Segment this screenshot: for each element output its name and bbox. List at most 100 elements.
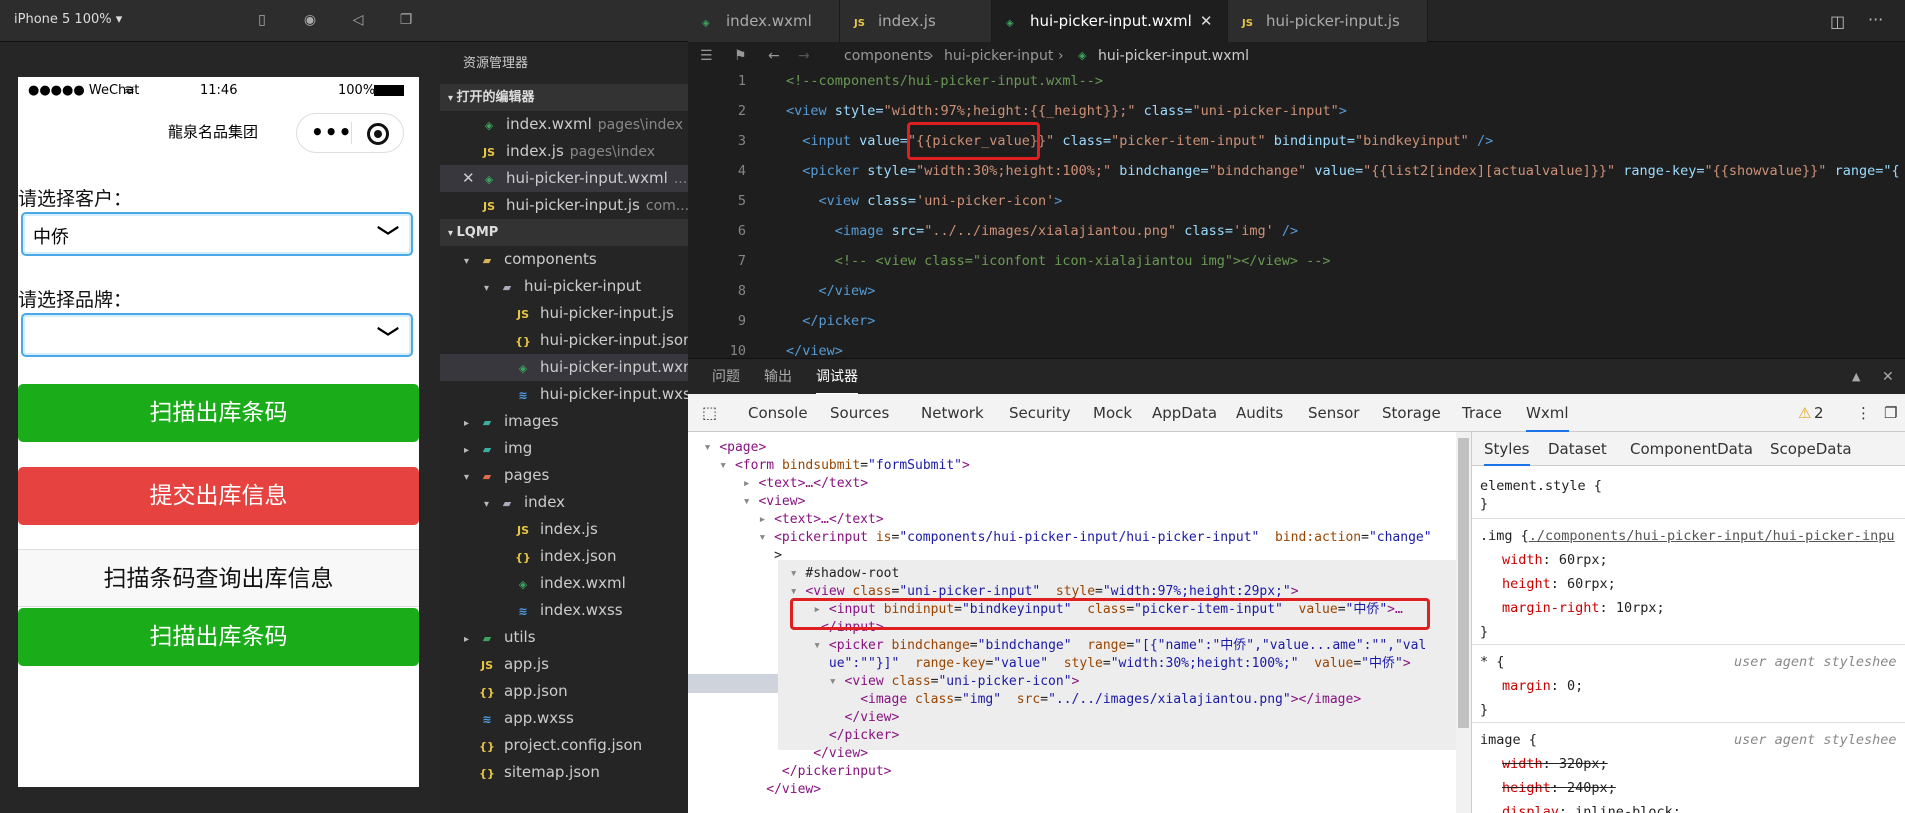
scan-query-button[interactable]: 扫描条码查询出库信息 <box>18 549 419 607</box>
open-editors-header[interactable]: ▾ 打开的编辑器 <box>440 84 688 111</box>
tab-console[interactable]: Console <box>748 394 808 432</box>
inspect-element-icon[interactable]: ⬚ <box>702 394 717 432</box>
close-icon[interactable]: ✕ <box>1200 12 1213 30</box>
close-icon[interactable]: ✕ <box>1882 359 1894 395</box>
tree-folder-images[interactable]: ▸ ▰ images <box>440 408 688 435</box>
code-line[interactable]: 2 <view style="width:97%;height:{{_height… <box>688 96 1905 126</box>
open-editor-item[interactable]: ◈ index.wxml pages\index <box>440 111 688 138</box>
tab-componentdata[interactable]: ComponentData <box>1630 432 1753 466</box>
tree-folder-index[interactable]: ▾ ▰ index <box>440 489 688 516</box>
tree-node[interactable]: ▾ <pickerinput is="components/hui-picker… <box>688 528 1456 547</box>
tree-file[interactable]: {} project.config.json <box>440 732 688 759</box>
dock-icon[interactable]: ❐ <box>1884 394 1897 432</box>
tree-file[interactable]: ≋ hui-picker-input.wxss <box>440 381 698 408</box>
tree-file[interactable]: JS app.js <box>440 651 688 678</box>
tab-storage[interactable]: Storage <box>1382 394 1441 432</box>
tab-security[interactable]: Security <box>1009 394 1071 432</box>
tab-audits[interactable]: Audits <box>1236 394 1283 432</box>
tree-node[interactable]: </picker> <box>688 726 1456 745</box>
more-vert-icon[interactable]: ⋮ <box>1856 394 1871 432</box>
tree-node[interactable]: </pickerinput> <box>688 762 1456 781</box>
open-editor-item-active[interactable]: ✕ ◈ hui-picker-input.wxml... <box>440 165 688 192</box>
tab-problems[interactable]: 问题 <box>712 359 740 395</box>
source-link[interactable]: ./components/hui-picker-input/hui-picker… <box>1529 528 1895 544</box>
project-header[interactable]: ▾ LQMP <box>440 219 688 246</box>
code-line[interactable]: 3 <input value="{{picker_value}}" class=… <box>688 126 1905 156</box>
tab-scopedata[interactable]: ScopeData <box>1770 432 1852 466</box>
volume-icon[interactable]: ◁ <box>350 12 366 28</box>
more-actions-icon[interactable]: ··· <box>1868 10 1883 29</box>
style-prop[interactable]: margin-right: 10rpx; <box>1472 596 1905 620</box>
tree-file[interactable]: JS index.js <box>440 516 688 543</box>
tab-trace[interactable]: Trace <box>1462 394 1502 432</box>
tab-index-wxml[interactable]: ◈ index.wxml <box>688 0 840 42</box>
style-prop[interactable]: margin: 0; <box>1472 674 1905 698</box>
tab-network[interactable]: Network <box>921 394 984 432</box>
maximize-icon[interactable]: ▲ <box>1852 359 1860 395</box>
style-prop-overridden[interactable]: width: 320px; <box>1472 752 1905 776</box>
submit-out-button[interactable]: 提交出库信息 <box>18 467 419 525</box>
style-prop-overridden[interactable]: height: 240px; <box>1472 776 1905 800</box>
tree-node[interactable]: ▾ #shadow-root <box>688 564 1456 583</box>
capsule-menu[interactable]: ••• <box>296 113 404 153</box>
tree-node[interactable]: ue":""}]" range-key="value" style="width… <box>688 654 1456 673</box>
code-line[interactable]: 7 <!-- <view class="iconfont icon-xialaj… <box>688 246 1905 276</box>
split-editor-icon[interactable]: ◫ <box>1830 12 1845 31</box>
open-editor-item[interactable]: JS hui-picker-input.js com... <box>440 192 689 219</box>
tab-mock[interactable]: Mock <box>1093 394 1132 432</box>
tab-output[interactable]: 输出 <box>764 359 792 395</box>
tree-file[interactable]: JS hui-picker-input.js <box>440 300 688 327</box>
record-icon[interactable]: ◉ <box>302 12 318 28</box>
tab-wxml[interactable]: Wxml <box>1526 394 1569 432</box>
code-line[interactable]: 8 </view> <box>688 276 1905 306</box>
tree-file[interactable]: {} sitemap.json <box>440 759 688 786</box>
tab-hui-picker-input-wxml[interactable]: ◈ hui-picker-input.wxml ✕ <box>992 0 1228 42</box>
phone-icon[interactable]: ▯ <box>254 12 270 28</box>
brand-picker[interactable]: ﹀ <box>21 313 413 357</box>
tree-folder-utils[interactable]: ▸ ▰ utils <box>440 624 688 651</box>
tree-folder-hui-picker-input[interactable]: ▾ ▰ hui-picker-input <box>440 273 688 300</box>
code-line[interactable]: 6 <image src="../../images/xialajiantou.… <box>688 216 1905 246</box>
tab-dataset[interactable]: Dataset <box>1548 432 1607 466</box>
scan-out-button-2[interactable]: 扫描出库条码 <box>18 608 419 666</box>
tab-appdata[interactable]: AppData <box>1152 394 1217 432</box>
code-line[interactable]: 1 <!--components/hui-picker-input.wxml--> <box>688 66 1905 96</box>
code-line[interactable]: 10 </view> <box>688 336 1905 358</box>
code-line[interactable]: 4 <picker style="width:30%;height:100%;"… <box>688 156 1905 186</box>
tree-node[interactable]: ▾ <picker bindchange="bindchange" range=… <box>688 636 1456 655</box>
tree-node[interactable]: ▾ <page> <box>688 438 1456 457</box>
close-target-icon[interactable] <box>367 123 389 145</box>
tree-node[interactable]: > <box>688 546 1456 565</box>
tab-hui-picker-input-js[interactable]: JS hui-picker-input.js <box>1228 0 1428 42</box>
window-icon[interactable]: ❐ <box>398 12 414 28</box>
tab-sensor[interactable]: Sensor <box>1308 394 1359 432</box>
tree-folder-img[interactable]: ▸ ▰ img <box>440 435 688 462</box>
customer-picker[interactable]: 中侨 ﹀ <box>21 212 413 256</box>
tree-node[interactable]: ▾ <form bindsubmit="formSubmit"> <box>688 456 1456 475</box>
style-prop[interactable]: display: inline-block; <box>1472 800 1905 813</box>
open-editor-item[interactable]: JS index.js pages\index <box>440 138 688 165</box>
tab-styles[interactable]: Styles <box>1484 432 1530 466</box>
close-icon[interactable]: ✕ <box>462 165 480 192</box>
tree-node[interactable]: </view> <box>688 744 1456 763</box>
tree-node[interactable]: ▸ <text>…</text> <box>688 510 1456 529</box>
tree-node[interactable]: </view> <box>688 708 1456 727</box>
tree-node[interactable]: ▾ <view> <box>688 492 1456 511</box>
tree-node[interactable]: ▸ <text>…</text> <box>688 474 1456 493</box>
tab-debugger[interactable]: 调试器 <box>816 359 858 395</box>
tree-file[interactable]: {} index.json <box>440 543 688 570</box>
tree-node-image[interactable]: <image class="img" src="../../images/xia… <box>688 690 1456 709</box>
warning-icon[interactable]: ⚠ <box>1798 394 1811 432</box>
scrollbar[interactable] <box>1456 432 1471 813</box>
device-selector[interactable]: iPhone 5 100% ▾ <box>14 12 122 27</box>
tree-file[interactable]: {} hui-picker-input.json <box>440 327 692 354</box>
tree-file[interactable]: ◈ index.wxml <box>440 570 688 597</box>
tree-file[interactable]: ≋ index.wxss <box>440 597 688 624</box>
scan-out-button[interactable]: 扫描出库条码 <box>18 384 419 442</box>
tree-file-selected[interactable]: ◈ hui-picker-input.wxml <box>440 354 702 381</box>
style-prop[interactable]: width: 60rpx; <box>1472 548 1905 572</box>
code-line[interactable]: 5 <view class='uni-picker-icon'> <box>688 186 1905 216</box>
tab-index-js[interactable]: JS index.js <box>840 0 992 42</box>
tab-sources[interactable]: Sources <box>830 394 889 432</box>
style-prop[interactable]: height: 60rpx; <box>1472 572 1905 596</box>
